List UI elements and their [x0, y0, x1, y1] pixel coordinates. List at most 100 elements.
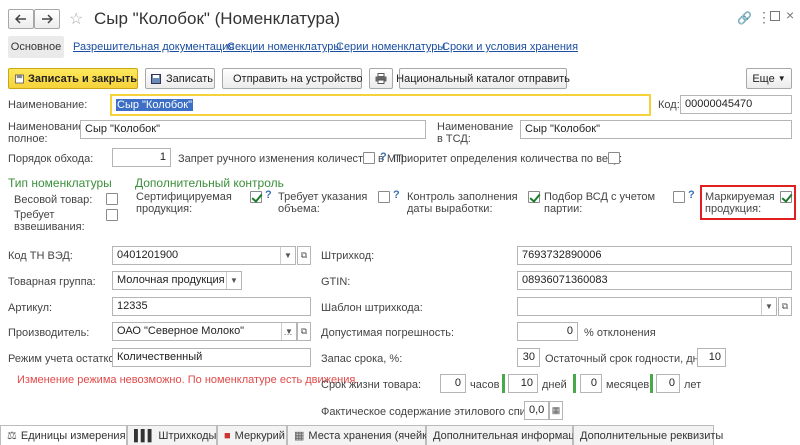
calculator-icon[interactable]: ▦ [549, 401, 563, 420]
tab-storage-cells-label: Места хранения (ячейки) [308, 429, 437, 442]
tolerance-unit: % отклонения [584, 327, 656, 339]
needs-weighing-checkbox[interactable] [106, 209, 118, 221]
chevron-down-icon: ▼ [777, 74, 786, 83]
printer-icon [375, 73, 387, 84]
save-label: Записать [166, 72, 214, 85]
tn-ved-input[interactable]: 0401201900 ▼ [112, 246, 296, 265]
help-icon[interactable]: ? [688, 189, 695, 201]
dropdown-icon[interactable]: ▼ [226, 272, 241, 289]
ethyl-input[interactable]: 0,0 [524, 401, 549, 420]
months-input[interactable]: 0 [580, 374, 602, 393]
select-ellipsis-icon[interactable]: … [281, 322, 295, 341]
vsd-extra-checkbox[interactable] [673, 191, 685, 203]
print-button[interactable] [369, 68, 393, 89]
national-catalog-button[interactable]: Национальный каталог отправить [396, 68, 570, 89]
save-close-label: Записать и закрыть [27, 72, 137, 85]
arrow-right-icon [42, 14, 53, 24]
days-unit: дней [542, 379, 567, 391]
link-icon[interactable]: 🔗 [737, 11, 752, 25]
vsd-checkbox[interactable] [528, 191, 540, 203]
save-close-button[interactable]: Записать и закрыть [8, 68, 138, 89]
open-icon[interactable]: ⧉ [297, 322, 311, 341]
dropdown-icon[interactable]: ▼ [280, 247, 295, 264]
barcode-icon: ▌▌▌ [134, 429, 155, 442]
nav-tab-series[interactable]: Серии номенклатуры [336, 41, 445, 53]
grid-icon: ▦ [294, 430, 305, 442]
days-input[interactable]: 10 [508, 374, 538, 393]
tsd-name-label: Наименование в ТСД: [437, 121, 514, 145]
tab-additional-info[interactable]: Дополнительная информация [426, 425, 587, 445]
manufacturer-input[interactable]: ОАО "Северное Молоко" ▼ [112, 322, 297, 341]
favorite-star-icon[interactable]: ☆ [69, 9, 83, 29]
help-icon[interactable]: ? [265, 189, 272, 201]
scales-icon: ⚖ [7, 430, 17, 442]
tab-storage-cells[interactable]: ▦ Места хранения (ячейки) [287, 425, 437, 445]
maximize-icon[interactable] [770, 11, 780, 21]
dropdown-icon[interactable]: ▼ [761, 298, 776, 315]
close-icon[interactable]: × [786, 7, 794, 23]
more-button[interactable]: Еще ▼ [746, 68, 792, 89]
forward-button[interactable] [34, 9, 60, 29]
shelf-margin-input[interactable]: 30 [517, 348, 540, 367]
separator [502, 374, 505, 393]
certified-checkbox[interactable] [250, 191, 262, 203]
open-icon[interactable]: ⧉ [297, 246, 311, 265]
hours-unit: часов [470, 379, 500, 391]
gtin-input[interactable]: 08936071360083 [517, 271, 792, 290]
tolerance-input[interactable]: 0 [517, 322, 578, 341]
volume-checkbox[interactable] [378, 191, 390, 203]
name-label: Наименование: [8, 99, 88, 111]
stock-mode-input[interactable]: Количественный [112, 348, 311, 367]
article-input[interactable]: 12335 [112, 297, 311, 316]
weight-goods-checkbox[interactable] [106, 193, 118, 205]
marked-checkbox[interactable] [780, 191, 792, 203]
tab-additional-info-label: Дополнительная информация [433, 429, 587, 442]
barcode-template-label: Шаблон штрихкода: [321, 302, 423, 314]
hours-input[interactable]: 0 [440, 374, 466, 393]
marked-label: Маркируемая продукция: [705, 191, 775, 215]
tab-mercury-label: Меркурий [234, 429, 285, 442]
help-icon[interactable]: ? [393, 189, 400, 201]
manufacturer-value: ОАО "Северное Молоко" [117, 325, 245, 337]
tab-additional-props[interactable]: Дополнительные реквизиты [573, 425, 723, 445]
tsd-name-input[interactable]: Сыр "Колобок" [520, 120, 792, 139]
certified-label: Сертифицируемая продукция: [136, 191, 232, 215]
years-input[interactable]: 0 [656, 374, 680, 393]
more-vertical-icon[interactable]: ⋮ [757, 9, 771, 26]
barcode-template-select[interactable]: ▼ [517, 297, 777, 316]
priority-weight-label: Приоритет определения количества по весу… [393, 153, 622, 165]
help-icon[interactable]: ? [380, 151, 387, 163]
code-label: Код: [658, 99, 680, 111]
ban-manual-checkbox[interactable] [363, 152, 375, 164]
save-button[interactable]: Записать [145, 68, 215, 89]
full-name-input[interactable]: Сыр "Колобок" [80, 120, 426, 139]
stock-mode-label: Режим учета остатков: [8, 353, 124, 365]
volume-label: Требует указания объема: [278, 191, 368, 215]
full-name-label: Наименование полное: [8, 121, 85, 145]
nav-tab-main[interactable]: Основное [8, 36, 64, 58]
name-value: Сыр "Колобок" [116, 99, 194, 111]
tn-ved-label: Код ТН ВЭД: [8, 250, 73, 262]
tab-units[interactable]: ⚖ Единицы измерения [0, 425, 127, 445]
floppy-icon [151, 73, 161, 84]
months-unit: месяцев [606, 379, 650, 391]
back-button[interactable] [8, 9, 34, 29]
nav-tab-storage[interactable]: Сроки и условия хранения [442, 41, 578, 53]
tab-barcodes[interactable]: ▌▌▌ Штрихкоды (5) [127, 425, 233, 445]
order-input[interactable]: 1 [112, 148, 171, 167]
open-icon[interactable]: ⧉ [778, 297, 792, 316]
arrow-left-icon [15, 14, 26, 24]
extra-section-title: Дополнительный контроль [135, 176, 284, 190]
residual-input[interactable]: 10 [697, 348, 726, 367]
group-select[interactable]: Молочная продукция ▼ [112, 271, 242, 290]
needs-weighing-label: Требует взвешивания: [14, 209, 85, 233]
nav-tab-sections[interactable]: Секции номенклатуры [227, 41, 341, 53]
tab-mercury[interactable]: ■ Меркурий [217, 425, 287, 445]
priority-weight-checkbox[interactable] [608, 152, 620, 164]
nav-tab-permits[interactable]: Разрешительная документация [73, 41, 234, 53]
gtin-label: GTIN: [321, 276, 351, 288]
send-device-button[interactable]: Отправить на устройство [222, 68, 363, 89]
name-input[interactable]: Сыр "Колобок" [110, 94, 651, 116]
barcode-input[interactable]: 7693732890006 [517, 246, 792, 265]
code-input[interactable]: 00000045470 [680, 95, 792, 114]
